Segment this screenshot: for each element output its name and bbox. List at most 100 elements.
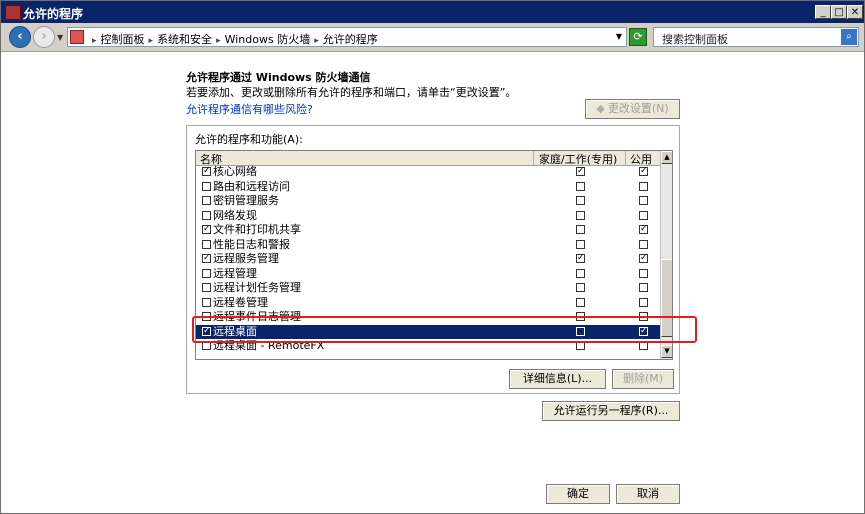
home-work-checkbox[interactable] [576,225,585,234]
home-work-checkbox[interactable]: ✓ [576,167,585,176]
recent-pages-dropdown[interactable]: ▼ [57,33,63,42]
chevron-right-icon[interactable]: ▸ [92,36,97,46]
remove-button[interactable]: 删除(M) [612,369,674,389]
program-name: 网络发现 [213,208,257,222]
vertical-scrollbar[interactable]: ▲ ▼ [660,151,672,359]
address-box[interactable]: ▸ 控制面板 ▸ 系统和安全 ▸ Windows 防火墙 ▸ 允许的程序 ▼ [67,27,627,47]
home-work-checkbox[interactable] [576,297,585,307]
public-checkbox[interactable]: ✓ [639,167,648,176]
home-work-checkbox[interactable] [576,181,585,191]
control-panel-icon [70,30,84,44]
crumb-control-panel[interactable]: 控制面板 [101,33,145,46]
table-row[interactable]: 远程卷管理 [196,296,660,311]
public-checkbox[interactable] [639,312,648,321]
table-row[interactable]: 密钥管理服务 [196,194,660,209]
home-work-checkbox[interactable] [576,196,585,205]
allow-another-program-button[interactable]: 允许运行另一程序(R)... [542,401,680,421]
public-checkbox[interactable] [639,210,648,220]
enable-checkbox[interactable] [202,210,211,220]
table-row[interactable]: 远程管理 [196,267,660,282]
chevron-right-icon[interactable]: ▸ [216,36,221,46]
public-checkbox[interactable] [639,196,648,205]
public-checkbox[interactable] [639,239,648,249]
enable-checkbox[interactable] [202,297,211,307]
main-content: 允许程序通过 Windows 防火墙通信 若要添加、更改或删除所有允许的程序和端… [1,52,864,513]
home-work-checkbox[interactable] [576,312,585,321]
program-name: 核心网络 [213,165,257,178]
column-public[interactable]: 公用 [625,151,664,166]
address-bar: ‹ › ▼ ▸ 控制面板 ▸ 系统和安全 ▸ Windows 防火墙 ▸ 允许的程序 ▼ ⟳ … [1,23,864,52]
scroll-thumb[interactable] [661,259,672,337]
public-checkbox[interactable] [639,181,648,191]
home-work-checkbox[interactable] [576,239,585,249]
crumb-allowed-programs[interactable]: 允许的程序 [323,33,378,46]
home-work-checkbox[interactable] [576,210,585,220]
home-work-checkbox[interactable] [576,268,585,278]
maximize-button[interactable]: □ [831,5,847,19]
table-row[interactable]: 性能日志和警报 [196,238,660,253]
cancel-button[interactable]: 取消 [616,484,680,504]
home-work-checkbox[interactable]: ✓ [576,254,585,263]
chevron-right-icon[interactable]: ▸ [314,36,319,46]
shield-icon: ◆ [596,102,605,115]
table-row[interactable]: ✓ 远程桌面 ✓ [196,324,660,339]
public-checkbox[interactable]: ✓ [639,254,648,263]
close-button[interactable]: ✕ [847,5,863,19]
back-icon[interactable]: ‹ [9,26,31,48]
search-input[interactable]: 搜索控制面板 ⌕ [653,27,859,47]
home-work-checkbox[interactable] [576,283,585,292]
enable-checkbox[interactable] [202,283,211,292]
enable-checkbox[interactable] [202,181,211,191]
enable-checkbox[interactable]: ✓ [202,254,211,263]
programs-list[interactable]: 名称 家庭/工作(专用) 公用 ✓ 核心网络 ✓ ✓ 路由和远程访问 密钥管理服务 网络发现… [195,150,673,360]
home-work-checkbox[interactable] [576,326,585,336]
chevron-right-icon[interactable]: ▸ [149,36,154,46]
scroll-down-icon[interactable]: ▼ [661,345,672,358]
minimize-button[interactable]: _ [815,5,831,19]
table-row[interactable]: 远程计划任务管理 [196,281,660,296]
table-row[interactable]: ✓ 文件和打印机共享 ✓ [196,223,660,238]
program-name: 路由和远程访问 [213,179,290,193]
window: 允许的程序 _ □ ✕ ‹ › ▼ ▸ 控制面板 ▸ 系统和安全 ▸ Windows 防火… [0,0,865,514]
program-name: 远程服务管理 [213,252,279,265]
enable-checkbox[interactable] [202,312,211,321]
public-checkbox[interactable] [639,268,648,278]
forward-icon[interactable]: › [33,26,55,48]
crumb-system-security[interactable]: 系统和安全 [157,33,212,46]
table-row[interactable]: 远程桌面 - RemoteFX [196,339,660,354]
enable-checkbox[interactable]: ✓ [202,225,211,234]
title-bar: 允许的程序 _ □ ✕ [1,1,864,23]
table-row[interactable]: ✓ 核心网络 ✓ ✓ [196,165,660,180]
enable-checkbox[interactable] [202,268,211,278]
crumb-windows-firewall[interactable]: Windows 防火墙 [225,33,311,46]
change-settings-button[interactable]: ◆ 更改设置(N) [585,99,680,119]
scroll-up-icon[interactable]: ▲ [661,151,672,164]
table-row[interactable]: 路由和远程访问 [196,180,660,195]
table-row[interactable]: 远程事件日志管理 [196,310,660,325]
enable-checkbox[interactable] [202,239,211,249]
search-icon[interactable]: ⌕ [841,29,857,45]
public-checkbox[interactable] [639,341,648,350]
risk-link[interactable]: 允许程序通信有哪些风险? [186,101,313,117]
enable-checkbox[interactable]: ✓ [202,167,211,176]
page-description: 若要添加、更改或删除所有允许的程序和端口，请单击“更改设置”。 [186,86,517,99]
public-checkbox[interactable] [639,283,648,292]
public-checkbox[interactable] [639,297,648,307]
public-checkbox[interactable]: ✓ [639,225,648,234]
table-row[interactable]: 网络发现 [196,209,660,224]
column-home-work[interactable]: 家庭/工作(专用) [533,151,627,166]
refresh-icon[interactable]: ⟳ [629,28,647,46]
table-row[interactable]: ✓ 远程服务管理 ✓ ✓ [196,252,660,267]
enable-checkbox[interactable] [202,341,211,350]
details-button[interactable]: 详细信息(L)... [509,369,606,389]
public-checkbox[interactable]: ✓ [639,326,648,336]
program-name: 远程卷管理 [213,295,268,309]
enable-checkbox[interactable] [202,196,211,205]
enable-checkbox[interactable]: ✓ [202,326,211,336]
home-work-checkbox[interactable] [576,341,585,350]
program-name: 远程计划任务管理 [213,281,301,294]
window-title: 允许的程序 [23,7,84,21]
address-dropdown-icon[interactable]: ▼ [616,32,622,41]
ok-button[interactable]: 确定 [546,484,610,504]
allowed-programs-group: 允许的程序和功能(A): 名称 家庭/工作(专用) 公用 ✓ 核心网络 ✓ ✓ 路由和远… [186,125,680,394]
